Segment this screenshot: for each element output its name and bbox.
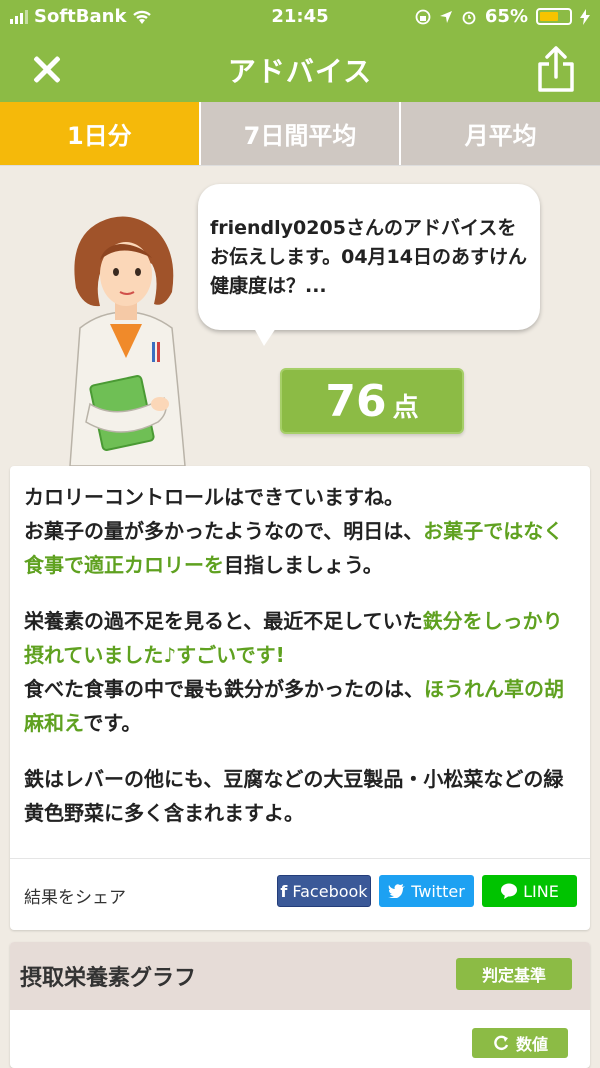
advice-hero: friendly0205さんのアドバイスをお伝えします。04月14日のあすけん健… <box>0 166 600 466</box>
status-bar: SoftBank 21:45 65% <box>0 0 600 34</box>
battery-percent: 65% <box>484 6 528 27</box>
advice-paragraph-1: カロリーコントロールはできていますね。 お菓子の量が多かったようなので、明日は、… <box>24 480 576 582</box>
graph-title: 摂取栄養素グラフ <box>20 966 197 991</box>
tab-monthly-average[interactable]: 月平均 <box>399 102 600 165</box>
score-unit: 点 <box>392 393 419 423</box>
share-icon[interactable] <box>534 44 578 94</box>
advice-speech-bubble: friendly0205さんのアドバイスをお伝えします。04月14日のあすけん健… <box>198 184 540 346</box>
twitter-share-button[interactable]: Twitter <box>379 875 474 907</box>
period-tabs: 1日分 7日間平均 月平均 <box>0 102 600 166</box>
tab-7-day-average[interactable]: 7日間平均 <box>198 102 400 165</box>
battery-icon <box>536 8 572 25</box>
facebook-icon: f <box>280 881 288 901</box>
advice-text: 目指しましょう。 <box>224 553 383 577</box>
graph-header: 摂取栄養素グラフ 判定基準 <box>10 942 590 1010</box>
page-title: アドバイス <box>227 55 373 88</box>
judgment-criteria-button[interactable]: 判定基準 <box>456 958 572 990</box>
refresh-icon <box>494 1035 509 1051</box>
show-values-button[interactable]: 数値 <box>472 1028 568 1058</box>
advice-text: カロリーコントロールはできていますね。 <box>24 485 404 509</box>
share-label: 結果をシェア <box>24 888 126 908</box>
facebook-label: Facebook <box>292 881 368 901</box>
advice-text: です。 <box>83 711 142 735</box>
advice-text: 食べた食事の中で最も鉄分が多かったのは、 <box>24 677 424 701</box>
advice-paragraph-3: 鉄はレバーの他にも、豆腐などの大豆製品・小松菜などの緑黄色野菜に多く含まれますよ… <box>24 762 576 830</box>
speech-text: friendly0205さんのアドバイスをお伝えします。04月14日のあすけん健… <box>210 217 527 297</box>
advice-text: お菓子の量が多かったようなので、明日は、 <box>24 519 424 543</box>
bubble-tail <box>254 328 276 346</box>
dietitian-illustration <box>69 216 186 466</box>
twitter-bird-icon <box>388 884 406 898</box>
score-value: 76 <box>325 376 387 427</box>
tab-1-day[interactable]: 1日分 <box>0 102 199 165</box>
nutrient-graph-card: 摂取栄養素グラフ 判定基準 数値 <box>10 942 590 1068</box>
health-score-badge: 76 点 <box>280 368 464 434</box>
line-label: LINE <box>523 881 559 901</box>
facebook-share-button[interactable]: f Facebook <box>277 875 371 907</box>
charging-icon <box>580 8 590 25</box>
line-chat-icon <box>501 883 518 899</box>
app-header: アドバイス <box>0 34 600 102</box>
advice-paragraph-2: 栄養素の過不足を見ると、最近不足していた鉄分をしっかり摂れていました♪すごいです… <box>24 604 576 740</box>
alarm-icon <box>462 11 476 24</box>
share-bar: 結果をシェア f Facebook Twitter LINE <box>10 858 590 930</box>
status-right: 65% <box>415 6 590 27</box>
advice-text: 栄養素の過不足を見ると、最近不足していた <box>24 609 423 633</box>
show-values-label: 数値 <box>515 1035 548 1054</box>
advice-message: カロリーコントロールはできていますね。 お菓子の量が多かったようなので、明日は、… <box>10 466 590 830</box>
location-icon <box>439 10 452 23</box>
twitter-label: Twitter <box>411 881 465 901</box>
advice-text: 鉄はレバーの他にも、豆腐などの大豆製品・小松菜などの緑黄色野菜に多く含まれますよ… <box>24 767 564 825</box>
advice-card: カロリーコントロールはできていますね。 お菓子の量が多かったようなので、明日は、… <box>10 466 590 930</box>
line-share-button[interactable]: LINE <box>482 875 577 907</box>
rotation-lock-icon <box>415 9 431 24</box>
